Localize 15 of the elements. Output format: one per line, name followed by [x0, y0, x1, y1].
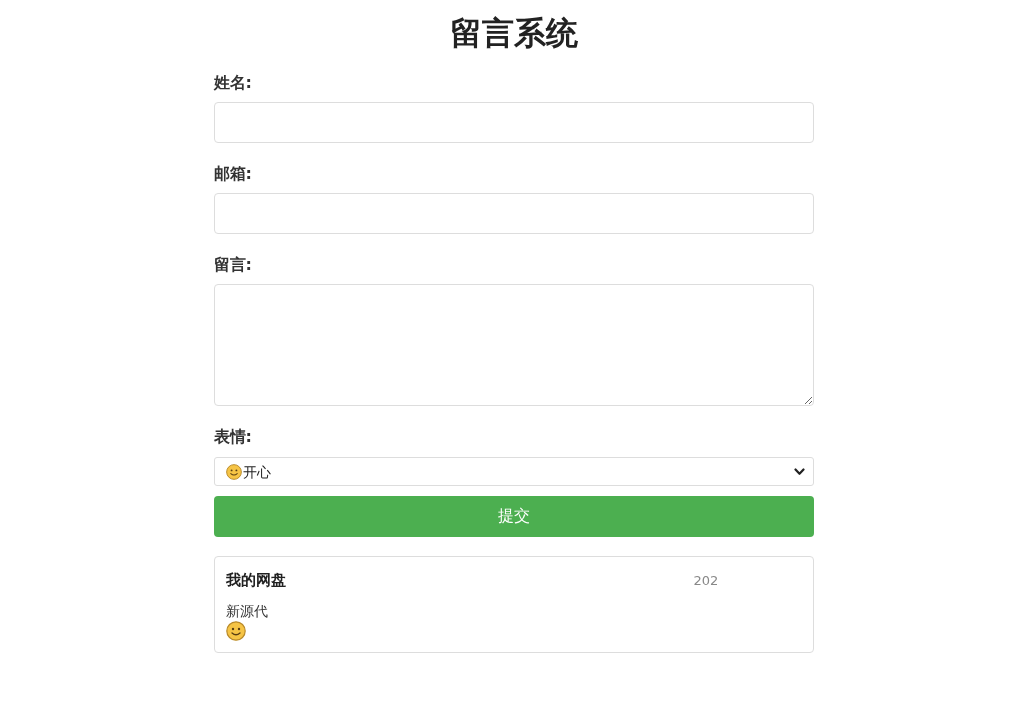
smiley-face-icon: [225, 621, 246, 641]
smiley-face-icon: [225, 463, 242, 480]
field-label: 邮箱:: [213, 164, 252, 184]
field-label: 表情:: [213, 427, 252, 447]
message-textarea-field[interactable]: [213, 284, 814, 406]
field-label: 留言:: [213, 255, 252, 275]
message-time: 202: [693, 572, 719, 588]
page-title: 留言系统: [448, 14, 579, 52]
message-author: 我的网盘: [225, 570, 286, 590]
message-text: 新源代: [225, 602, 268, 621]
text-input-field[interactable]: [213, 102, 814, 143]
chevron-down-icon: [793, 467, 805, 476]
mood-select[interactable]: 开心: [213, 457, 814, 486]
text-input-field[interactable]: [213, 193, 814, 234]
field-label: 姓名:: [213, 73, 252, 93]
